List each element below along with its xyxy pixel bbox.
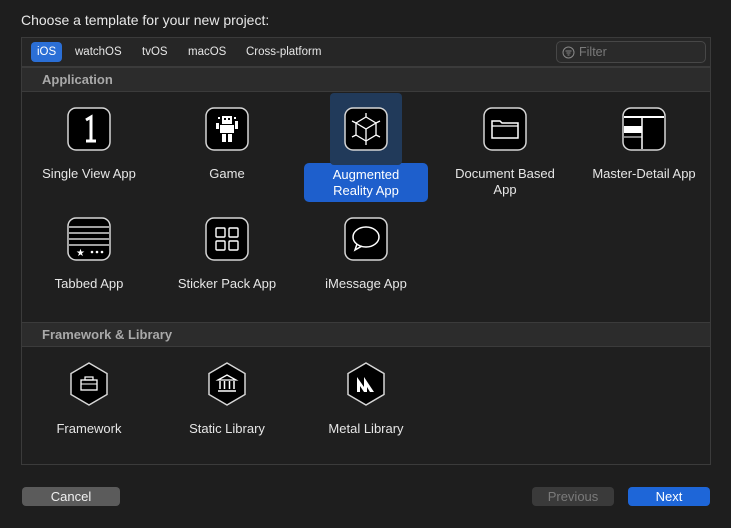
imessage-icon xyxy=(344,217,388,261)
template-label: Static Library xyxy=(189,421,265,436)
template-label: Game xyxy=(209,166,245,181)
single-view-icon xyxy=(67,107,111,151)
template-sticker-pack-app[interactable]: Sticker Pack App xyxy=(165,217,289,295)
sticker-pack-icon xyxy=(205,217,249,261)
template-framework[interactable]: Framework xyxy=(27,362,151,440)
augmented-reality-icon xyxy=(344,107,388,151)
template-single-view-app[interactable]: Single View App xyxy=(27,107,151,185)
section-header-application: Application xyxy=(22,67,710,92)
tabbed-icon: ★ xyxy=(67,217,111,261)
template-label: Framework xyxy=(56,421,122,436)
template-label: Augmented Reality App xyxy=(304,163,428,202)
tab-cross-platform[interactable]: Cross-platform xyxy=(240,42,327,62)
static-library-icon xyxy=(208,362,246,406)
metal-library-icon xyxy=(347,362,385,406)
template-label: Document Based App xyxy=(455,166,555,197)
template-label: Metal Library xyxy=(328,421,404,436)
template-augmented-reality-app[interactable]: Augmented Reality App xyxy=(304,93,428,202)
filter-icon xyxy=(562,46,575,58)
next-button[interactable]: Next xyxy=(628,487,710,506)
template-panel: iOS watchOS tvOS macOS Cross-platform Ap… xyxy=(21,37,711,465)
template-document-based-app[interactable]: Document Based App xyxy=(443,107,567,201)
template-static-library[interactable]: Static Library xyxy=(165,362,289,440)
previous-button[interactable]: Previous xyxy=(532,487,614,506)
template-label: Single View App xyxy=(42,166,136,181)
tab-watchos[interactable]: watchOS xyxy=(69,42,128,62)
template-metal-library[interactable]: Metal Library xyxy=(304,362,428,440)
master-detail-icon xyxy=(622,107,666,151)
template-tabbed-app[interactable]: ★ Tabbed App xyxy=(27,217,151,295)
svg-text:★: ★ xyxy=(76,248,85,259)
filter-field[interactable] xyxy=(556,41,706,63)
dialog-title: Choose a template for your new project: xyxy=(21,12,270,28)
template-label: iMessage App xyxy=(325,276,407,291)
template-label: Sticker Pack App xyxy=(177,276,277,291)
filter-input[interactable] xyxy=(579,45,699,59)
template-game[interactable]: Game xyxy=(165,107,289,185)
tab-macos[interactable]: macOS xyxy=(182,42,232,62)
section-title: Application xyxy=(42,72,113,87)
framework-icon xyxy=(70,362,108,406)
template-master-detail-app[interactable]: Master-Detail App xyxy=(582,107,706,185)
platform-tab-bar: iOS watchOS tvOS macOS Cross-platform xyxy=(22,38,710,67)
document-icon xyxy=(483,107,527,151)
section-header-framework-library: Framework & Library xyxy=(22,322,710,347)
game-icon xyxy=(205,107,249,151)
tab-tvos[interactable]: tvOS xyxy=(136,42,174,62)
tab-ios[interactable]: iOS xyxy=(31,42,63,62)
template-imessage-app[interactable]: iMessage App xyxy=(304,217,428,295)
cancel-button[interactable]: Cancel xyxy=(22,487,120,506)
template-label: Master-Detail App xyxy=(592,166,696,181)
template-label: Tabbed App xyxy=(54,276,124,291)
section-title: Framework & Library xyxy=(42,327,173,342)
